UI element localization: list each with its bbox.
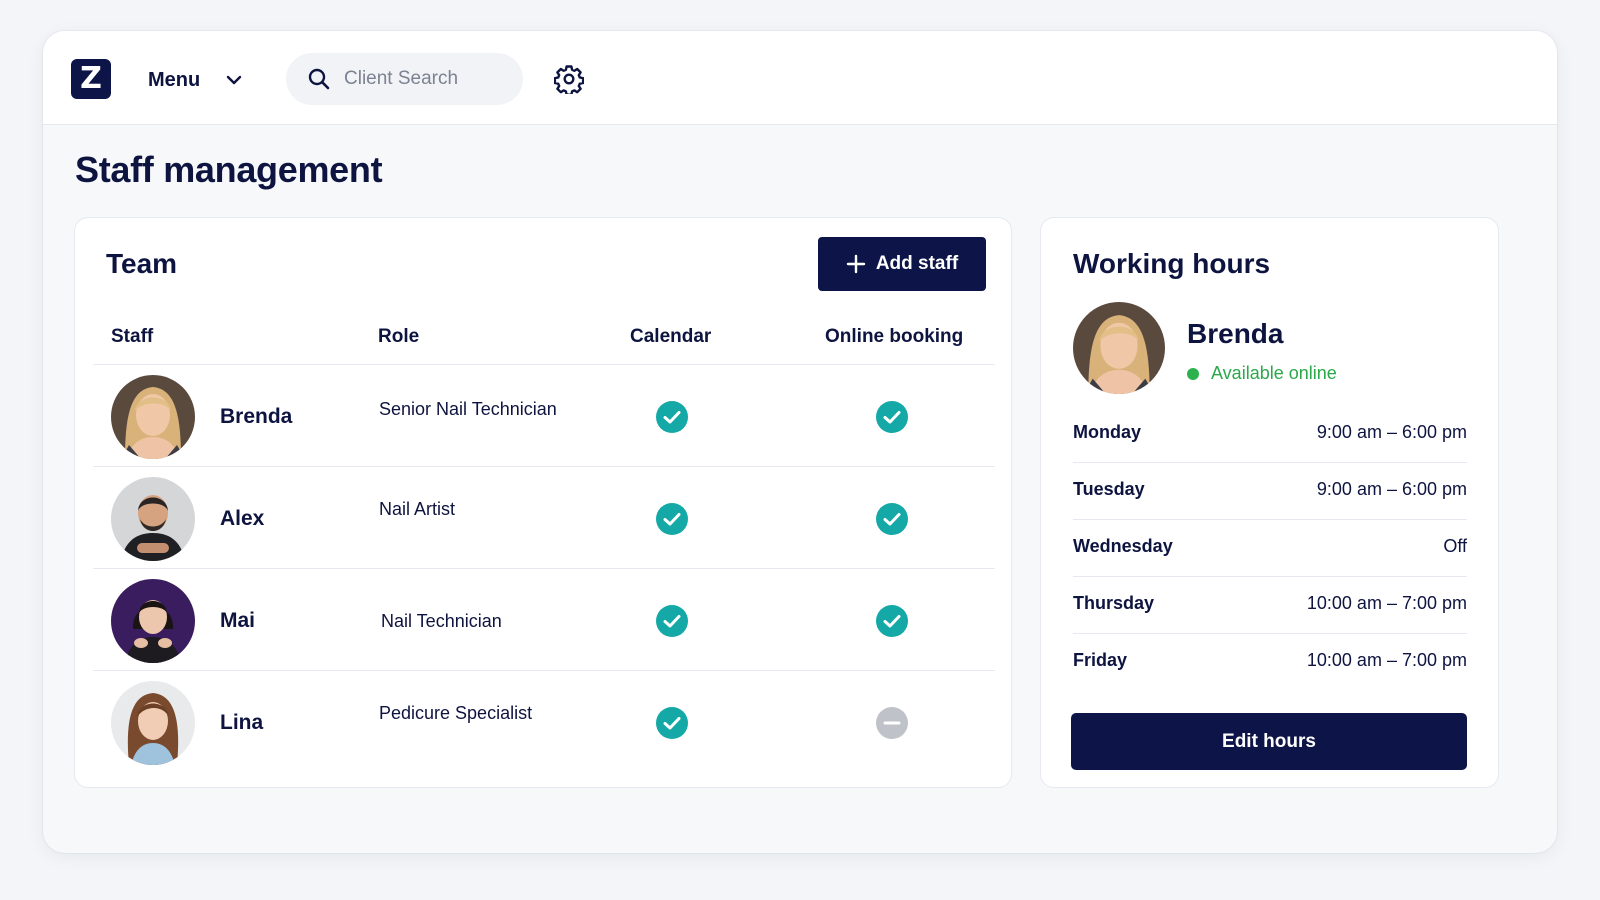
avatar — [111, 579, 195, 663]
top-bar: Z Menu — [43, 31, 1557, 125]
schedule-day: Thursday — [1073, 593, 1155, 613]
gear-icon[interactable] — [554, 64, 584, 94]
schedule-hours: 9:00 am – 6:00 pm — [1316, 479, 1467, 499]
team-title: Team — [106, 248, 178, 279]
add-staff-label: Add staff — [875, 253, 959, 274]
column-header-calendar: Calendar — [630, 326, 712, 347]
check-circle-icon[interactable] — [876, 605, 908, 637]
check-circle-icon[interactable] — [656, 503, 688, 535]
schedule-row: Monday 9:00 am – 6:00 pm — [1073, 406, 1467, 463]
app-window: Z Menu Staff management Team — [43, 31, 1557, 853]
menu-dropdown[interactable]: Menu — [148, 64, 242, 96]
minus-circle-icon[interactable] — [876, 707, 908, 739]
staff-name: Brenda — [220, 405, 293, 428]
staff-role: Nail Technician — [381, 611, 502, 631]
schedule-hours: 10:00 am – 7:00 pm — [1306, 593, 1467, 613]
check-circle-icon[interactable] — [656, 707, 688, 739]
team-card: Team Add staff Staff Role Calendar Onlin… — [74, 217, 1012, 788]
table-row[interactable]: Lina Pedicure Specialist — [93, 670, 995, 772]
search-icon — [308, 68, 330, 90]
schedule-row: Tuesday 9:00 am – 6:00 pm — [1073, 463, 1467, 520]
z-logo-icon[interactable]: Z — [71, 59, 111, 99]
column-header-online-booking: Online booking — [825, 326, 964, 347]
avatar — [111, 477, 195, 561]
column-header-role: Role — [378, 326, 420, 347]
schedule-day: Tuesday — [1073, 479, 1145, 499]
status-dot-icon — [1187, 367, 1199, 380]
column-header-staff: Staff — [111, 326, 154, 347]
schedule-row: Friday 10:00 am – 7:00 pm — [1073, 634, 1467, 691]
schedule-day: Wednesday — [1073, 536, 1173, 556]
schedule-hours: 10:00 am – 7:00 pm — [1306, 650, 1467, 670]
avatar — [1073, 302, 1165, 394]
working-hours-card: Working hours Brenda Available online Mo… — [1040, 217, 1499, 788]
table-row[interactable]: Mai Nail Technician — [93, 568, 995, 670]
staff-name: Alex — [220, 507, 265, 530]
client-search-input[interactable] — [344, 68, 494, 90]
staff-name: Lina — [220, 711, 264, 734]
staff-role: Pedicure Specialist — [379, 703, 533, 723]
schedule-hours: Off — [1443, 536, 1467, 556]
table-row[interactable]: Brenda Senior Nail Technician — [93, 364, 995, 466]
staff-name: Mai — [220, 609, 256, 632]
avatar — [111, 375, 195, 459]
check-circle-icon[interactable] — [876, 503, 908, 535]
avatar — [111, 681, 195, 765]
staff-role: Nail Artist — [379, 499, 456, 519]
online-status: Available online — [1187, 363, 1337, 384]
client-search[interactable] — [286, 53, 523, 105]
schedule-row: Wednesday Off — [1073, 520, 1467, 577]
staff-role: Senior Nail Technician — [379, 399, 557, 419]
check-circle-icon[interactable] — [876, 401, 908, 433]
online-status-text: Available online — [1211, 363, 1337, 383]
schedule-row: Thursday 10:00 am – 7:00 pm — [1073, 577, 1467, 634]
edit-hours-button[interactable]: Edit hours — [1071, 713, 1467, 770]
plus-icon — [846, 254, 866, 274]
schedule-day: Monday — [1073, 422, 1142, 442]
menu-label: Menu — [148, 68, 201, 91]
add-staff-button[interactable]: Add staff — [818, 237, 986, 291]
chevron-down-icon — [227, 75, 242, 85]
table-row[interactable]: Alex Nail Artist — [93, 466, 995, 568]
check-circle-icon[interactable] — [656, 605, 688, 637]
schedule-hours: 9:00 am – 6:00 pm — [1316, 422, 1467, 442]
schedule-day: Friday — [1073, 650, 1128, 670]
check-circle-icon[interactable] — [656, 401, 688, 433]
profile-name: Brenda — [1187, 318, 1284, 349]
working-hours-title: Working hours — [1073, 248, 1271, 279]
page-title: Staff management — [75, 149, 383, 190]
